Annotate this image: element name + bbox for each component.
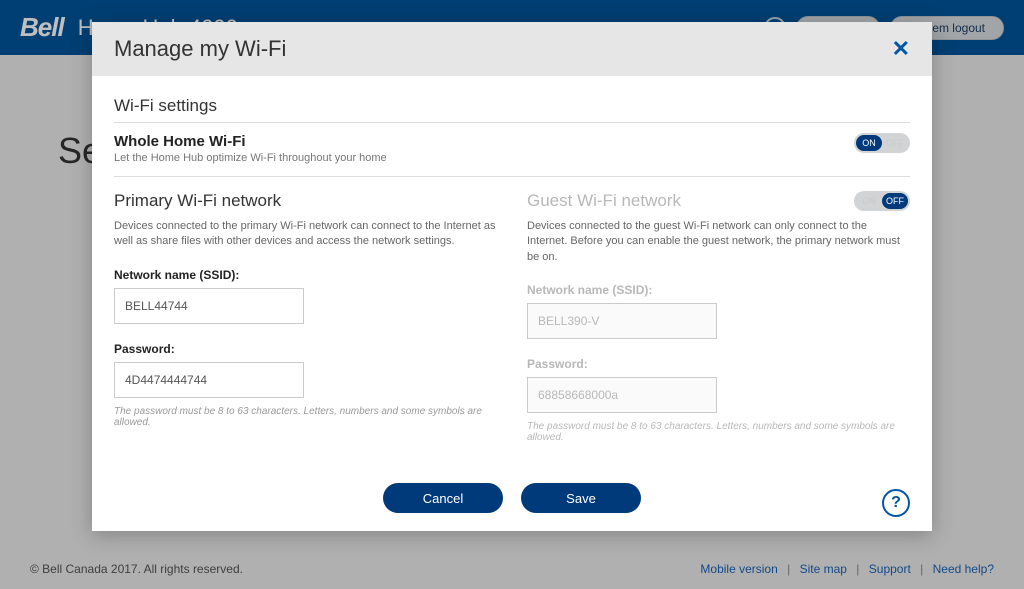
whole-home-toggle[interactable]: ON OFF xyxy=(854,133,910,153)
primary-title: Primary Wi-Fi network xyxy=(114,191,281,211)
guest-password-input xyxy=(527,377,717,413)
guest-title: Guest Wi-Fi network xyxy=(527,191,681,211)
cancel-button[interactable]: Cancel xyxy=(383,483,503,513)
primary-password-label: Password: xyxy=(114,342,497,356)
guest-ssid-label: Network name (SSID): xyxy=(527,283,910,297)
guest-desc: Devices connected to the guest Wi-Fi net… xyxy=(527,219,910,265)
wifi-modal: Manage my Wi-Fi ✕ Wi-Fi settings Whole H… xyxy=(92,22,932,531)
whole-home-title: Whole Home Wi-Fi xyxy=(114,133,387,150)
modal-overlay: Manage my Wi-Fi ✕ Wi-Fi settings Whole H… xyxy=(0,0,1024,589)
toggle-off-label: OFF xyxy=(882,193,908,209)
toggle-on-label: ON xyxy=(856,135,882,151)
guest-password-hint: The password must be 8 to 63 characters.… xyxy=(527,421,910,443)
close-icon[interactable]: ✕ xyxy=(892,36,910,62)
modal-title: Manage my Wi-Fi xyxy=(114,36,286,62)
wifi-settings-heading: Wi-Fi settings xyxy=(114,96,910,116)
primary-desc: Devices connected to the primary Wi-Fi n… xyxy=(114,219,497,250)
guest-ssid-input xyxy=(527,303,717,339)
guest-wifi-column: Guest Wi-Fi network ON OFF Devices conne… xyxy=(527,191,910,443)
primary-wifi-column: Primary Wi-Fi network Devices connected … xyxy=(114,191,497,443)
primary-ssid-label: Network name (SSID): xyxy=(114,268,497,282)
save-button[interactable]: Save xyxy=(521,483,641,513)
primary-password-input[interactable] xyxy=(114,362,304,398)
toggle-on-label: ON xyxy=(856,193,882,209)
help-icon[interactable]: ? xyxy=(882,489,910,517)
guest-toggle[interactable]: ON OFF xyxy=(854,191,910,211)
toggle-off-label: OFF xyxy=(882,135,908,151)
guest-password-label: Password: xyxy=(527,357,910,371)
whole-home-subtitle: Let the Home Hub optimize Wi-Fi througho… xyxy=(114,152,387,164)
primary-password-hint: The password must be 8 to 63 characters.… xyxy=(114,406,497,428)
primary-ssid-input[interactable] xyxy=(114,288,304,324)
